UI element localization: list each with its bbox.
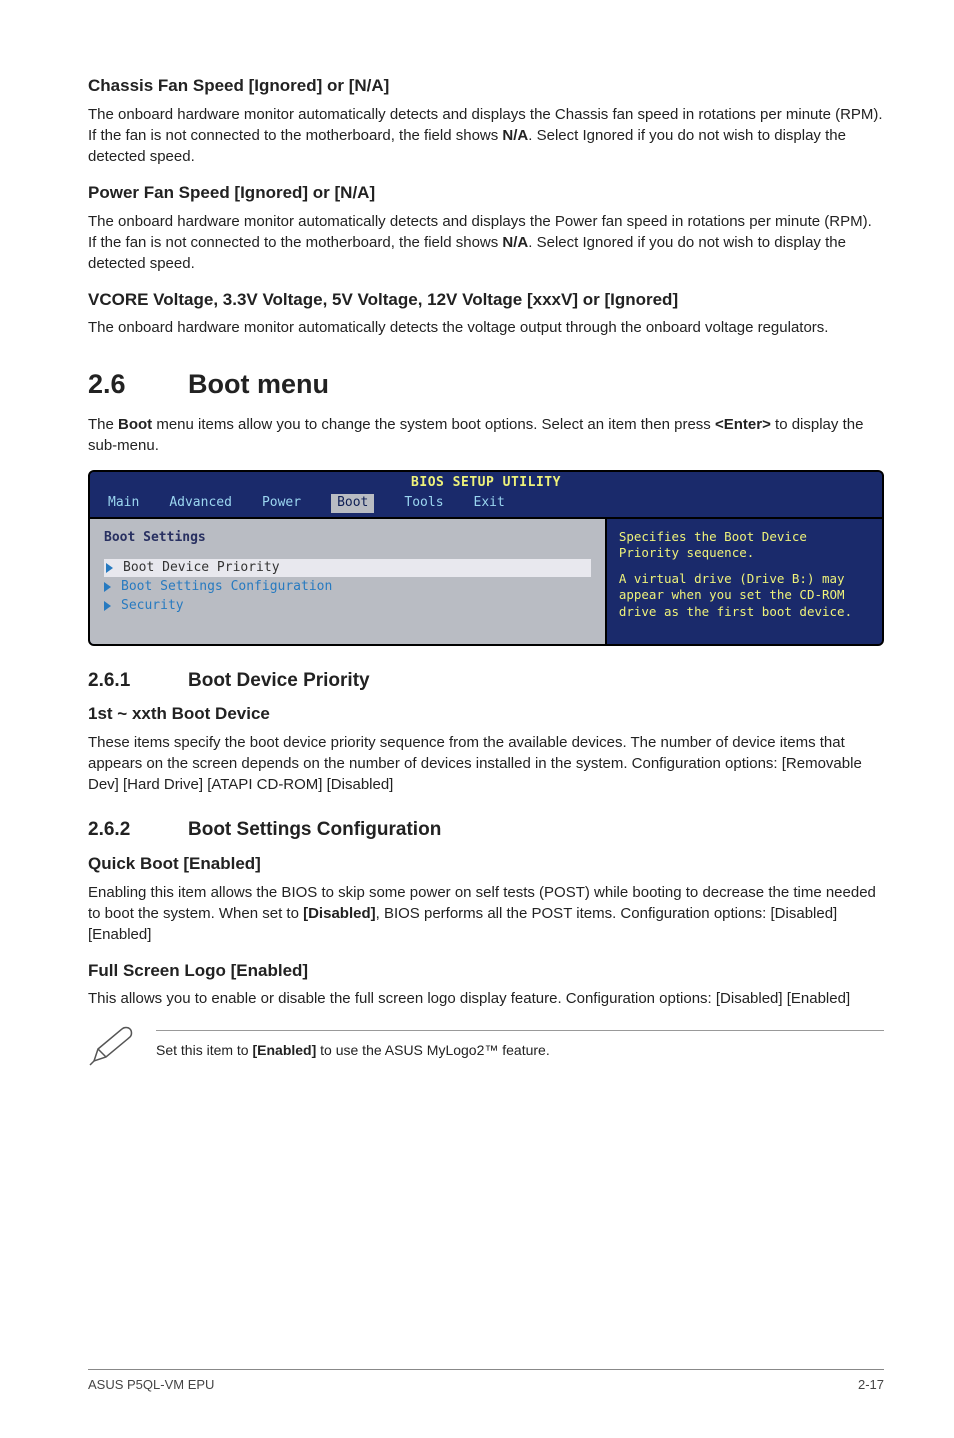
power-fan-paragraph: The onboard hardware monitor automatical…: [88, 211, 884, 274]
bios-help-panel: Specifies the Boot Device Priority seque…: [605, 517, 882, 644]
note-row: Set this item to [Enabled] to use the AS…: [88, 1023, 884, 1067]
text-bold: [Enabled]: [252, 1042, 316, 1058]
subsection-number: 2.6.2: [88, 817, 188, 844]
bios-panel-heading: Boot Settings: [104, 529, 591, 547]
section-2-6-intro: The Boot menu items allow you to change …: [88, 414, 884, 456]
full-screen-logo-paragraph: This allows you to enable or disable the…: [88, 988, 884, 1009]
bios-menu-label: Boot Device Priority: [123, 559, 280, 577]
bios-tab-power[interactable]: Power: [262, 494, 301, 512]
bios-menu-security[interactable]: Security: [104, 597, 591, 615]
section-2-6-title: 2.6 Boot menu: [88, 366, 884, 404]
subsection-number: 2.6.1: [88, 668, 188, 695]
bios-menu-label: Security: [121, 597, 184, 615]
bios-left-panel: Boot Settings Boot Device Priority Boot …: [90, 517, 605, 644]
bios-tab-tools[interactable]: Tools: [404, 494, 443, 512]
note-text: Set this item to [Enabled] to use the AS…: [156, 1041, 884, 1061]
text-bold: Boot: [118, 416, 152, 433]
vcore-paragraph: The onboard hardware monitor automatical…: [88, 317, 884, 338]
chassis-fan-heading: Chassis Fan Speed [Ignored] or [N/A]: [88, 74, 884, 98]
chassis-fan-paragraph: The onboard hardware monitor automatical…: [88, 104, 884, 167]
subsection-2-6-2-title: 2.6.2 Boot Settings Configuration: [88, 817, 884, 844]
text-bold: N/A: [502, 127, 528, 144]
quick-boot-paragraph: Enabling this item allows the BIOS to sk…: [88, 882, 884, 945]
text: menu items allow you to change the syste…: [152, 416, 715, 433]
footer-page-number: 2-17: [858, 1376, 884, 1394]
triangle-icon: [104, 582, 111, 592]
text-bold: N/A: [502, 234, 528, 251]
boot-device-heading: 1st ~ xxth Boot Device: [88, 702, 884, 726]
triangle-icon: [104, 601, 111, 611]
text: Set this item to: [156, 1042, 252, 1058]
text-bold: [Disabled]: [303, 905, 376, 922]
text-bold: <Enter>: [715, 416, 771, 433]
bios-tab-main[interactable]: Main: [108, 494, 139, 512]
subsection-name: Boot Device Priority: [188, 668, 370, 695]
triangle-icon: [106, 563, 113, 573]
bios-menu-boot-device-priority[interactable]: Boot Device Priority: [104, 559, 591, 577]
power-fan-heading: Power Fan Speed [Ignored] or [N/A]: [88, 181, 884, 205]
pencil-icon: [88, 1023, 136, 1067]
quick-boot-heading: Quick Boot [Enabled]: [88, 852, 884, 876]
bios-help-text: A virtual drive (Drive B:) may appear wh…: [619, 571, 870, 620]
bios-setup-screenshot: BIOS SETUP UTILITY Main Advanced Power B…: [88, 470, 884, 646]
boot-device-paragraph: These items specify the boot device prio…: [88, 732, 884, 795]
bios-menu-boot-settings-config[interactable]: Boot Settings Configuration: [104, 578, 591, 596]
section-name: Boot menu: [188, 366, 329, 404]
bios-tab-bar: Main Advanced Power Boot Tools Exit: [90, 492, 882, 516]
full-screen-logo-heading: Full Screen Logo [Enabled]: [88, 959, 884, 983]
bios-tab-exit[interactable]: Exit: [474, 494, 505, 512]
divider: [156, 1030, 884, 1031]
bios-menu-label: Boot Settings Configuration: [121, 578, 332, 596]
footer-product: ASUS P5QL-VM EPU: [88, 1376, 214, 1394]
subsection-name: Boot Settings Configuration: [188, 817, 441, 844]
page-footer: ASUS P5QL-VM EPU 2-17: [88, 1369, 884, 1394]
text: The: [88, 416, 118, 433]
text: to use the ASUS MyLogo2™ feature.: [316, 1042, 549, 1058]
bios-title: BIOS SETUP UTILITY: [90, 472, 882, 492]
bios-tab-advanced[interactable]: Advanced: [169, 494, 232, 512]
bios-tab-boot[interactable]: Boot: [331, 494, 374, 512]
vcore-heading: VCORE Voltage, 3.3V Voltage, 5V Voltage,…: [88, 288, 884, 312]
bios-help-text: Specifies the Boot Device Priority seque…: [619, 529, 870, 562]
subsection-2-6-1-title: 2.6.1 Boot Device Priority: [88, 668, 884, 695]
section-number: 2.6: [88, 366, 188, 404]
